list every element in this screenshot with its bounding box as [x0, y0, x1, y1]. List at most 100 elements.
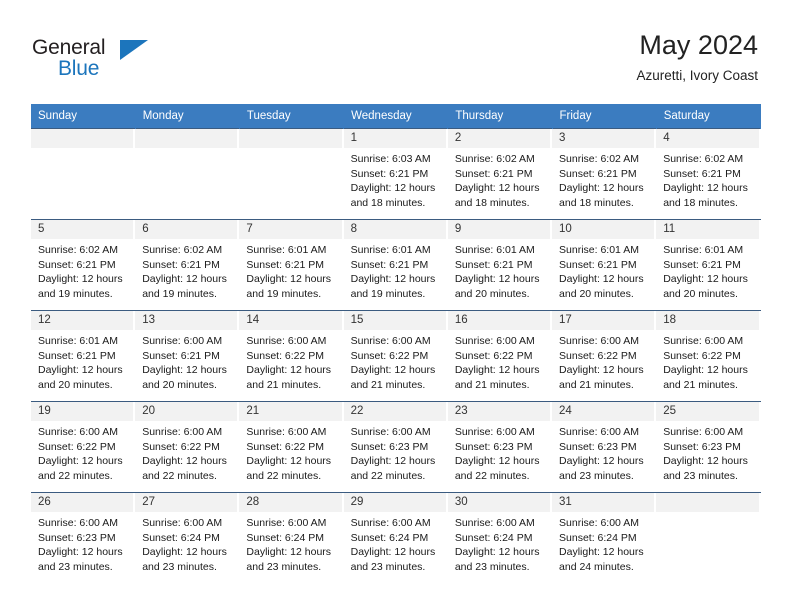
day-number: 24: [552, 402, 657, 421]
daylight-text: Daylight: 12 hours and 23 minutes.: [350, 546, 436, 573]
calendar-day-cell[interactable]: 29 Sunrise: 6:00 AM Sunset: 6:24 PM Dayligh…: [343, 492, 448, 583]
calendar-day-cell-empty: [239, 128, 344, 220]
day-number: [135, 129, 240, 148]
day-details: Sunrise: 6:00 AM Sunset: 6:21 PM Daylight:…: [135, 330, 239, 392]
daylight-text: Daylight: 12 hours and 22 minutes.: [142, 455, 227, 482]
daylight-text: Daylight: 12 hours and 18 minutes.: [663, 182, 748, 209]
calendar-body: 1 Sunrise: 6:03 AM Sunset: 6:21 PM Daylight…: [31, 128, 761, 583]
sunrise-text: Sunrise: 6:00 AM: [663, 335, 744, 347]
sunrise-text: Sunrise: 6:01 AM: [663, 244, 744, 256]
day-number: 3: [552, 129, 657, 148]
day-number: 30: [447, 493, 553, 512]
calendar-day-cell[interactable]: 4 Sunrise: 6:02 AM Sunset: 6:21 PM Daylight…: [656, 128, 761, 220]
calendar-day-cell[interactable]: 23 Sunrise: 6:00 AM Sunset: 6:23 PM Dayligh…: [447, 401, 553, 493]
calendar-day-cell[interactable]: 18 Sunrise: 6:00 AM Sunset: 6:22 PM Dayligh…: [656, 310, 761, 402]
calendar-day-cell[interactable]: 22 Sunrise: 6:00 AM Sunset: 6:23 PM Dayligh…: [343, 401, 448, 493]
calendar-day-cell[interactable]: 7 Sunrise: 6:01 AM Sunset: 6:21 PM Daylight…: [239, 219, 344, 311]
sunrise-text: Sunrise: 6:01 AM: [350, 244, 431, 256]
day-details: Sunrise: 6:00 AM Sunset: 6:22 PM Daylight:…: [135, 421, 239, 483]
sunrise-text: Sunrise: 6:00 AM: [454, 426, 535, 438]
daylight-text: Daylight: 12 hours and 20 minutes.: [663, 273, 748, 300]
calendar-day-cell[interactable]: 24 Sunrise: 6:00 AM Sunset: 6:23 PM Dayligh…: [552, 401, 657, 493]
calendar-day-cell[interactable]: 21 Sunrise: 6:00 AM Sunset: 6:22 PM Dayligh…: [239, 401, 344, 493]
day-number: 10: [552, 220, 657, 239]
calendar-week-row: 5 Sunrise: 6:02 AM Sunset: 6:21 PM Daylight…: [31, 219, 761, 311]
daylight-text: Daylight: 12 hours and 20 minutes.: [454, 273, 540, 300]
day-details: Sunrise: 6:02 AM Sunset: 6:21 PM Daylight:…: [552, 148, 656, 210]
day-details: Sunrise: 6:00 AM Sunset: 6:24 PM Daylight:…: [552, 512, 656, 574]
calendar-day-cell[interactable]: 12 Sunrise: 6:01 AM Sunset: 6:21 PM Dayligh…: [31, 310, 136, 402]
calendar-day-cell[interactable]: 30 Sunrise: 6:00 AM Sunset: 6:24 PM Dayligh…: [447, 492, 553, 583]
sunrise-text: Sunrise: 6:00 AM: [559, 517, 639, 529]
sunset-text: Sunset: 6:21 PM: [38, 349, 116, 362]
page-header: General Blue May 2024 Azuretti, Ivory Co…: [32, 28, 758, 94]
calendar-day-cell[interactable]: 31 Sunrise: 6:00 AM Sunset: 6:24 PM Dayligh…: [552, 492, 657, 583]
day-number: 5: [31, 220, 136, 239]
day-number: 7: [239, 220, 344, 239]
daylight-text: Daylight: 12 hours and 23 minutes.: [246, 546, 332, 573]
sunrise-text: Sunrise: 6:02 AM: [663, 153, 744, 165]
calendar-day-cell-empty: [135, 128, 240, 220]
sunrise-text: Sunrise: 6:00 AM: [246, 426, 327, 438]
calendar-day-cell[interactable]: 1 Sunrise: 6:03 AM Sunset: 6:21 PM Daylight…: [343, 128, 448, 220]
calendar-day-cell[interactable]: 26 Sunrise: 6:00 AM Sunset: 6:23 PM Dayligh…: [31, 492, 136, 583]
day-number: 16: [447, 311, 553, 330]
day-number: 22: [343, 402, 448, 421]
day-number: [31, 129, 136, 148]
sunset-text: Sunset: 6:24 PM: [246, 531, 325, 544]
daylight-text: Daylight: 12 hours and 24 minutes.: [559, 546, 644, 573]
calendar-day-cell[interactable]: 19 Sunrise: 6:00 AM Sunset: 6:22 PM Dayligh…: [31, 401, 136, 493]
sunrise-text: Sunrise: 6:02 AM: [559, 153, 639, 165]
calendar-day-cell[interactable]: 9 Sunrise: 6:01 AM Sunset: 6:21 PM Daylight…: [447, 219, 553, 311]
sunset-text: Sunset: 6:23 PM: [663, 440, 741, 453]
calendar-day-cell[interactable]: 2 Sunrise: 6:02 AM Sunset: 6:21 PM Daylight…: [447, 128, 553, 220]
sunset-text: Sunset: 6:21 PM: [350, 258, 429, 271]
weekday-header-monday: Monday: [135, 104, 240, 129]
daylight-text: Daylight: 12 hours and 22 minutes.: [350, 455, 436, 482]
calendar-day-cell[interactable]: 16 Sunrise: 6:00 AM Sunset: 6:22 PM Dayligh…: [447, 310, 553, 402]
calendar-day-cell[interactable]: 15 Sunrise: 6:00 AM Sunset: 6:22 PM Dayligh…: [343, 310, 448, 402]
day-number: 20: [135, 402, 240, 421]
calendar-day-cell[interactable]: 27 Sunrise: 6:00 AM Sunset: 6:24 PM Dayligh…: [135, 492, 240, 583]
day-number: 27: [135, 493, 240, 512]
sunrise-text: Sunrise: 6:01 AM: [559, 244, 639, 256]
calendar-day-cell[interactable]: 20 Sunrise: 6:00 AM Sunset: 6:22 PM Dayligh…: [135, 401, 240, 493]
sunrise-text: Sunrise: 6:01 AM: [454, 244, 535, 256]
day-details: Sunrise: 6:03 AM Sunset: 6:21 PM Daylight:…: [344, 148, 448, 210]
sunset-text: Sunset: 6:21 PM: [142, 349, 220, 362]
day-details: Sunrise: 6:00 AM Sunset: 6:22 PM Daylight:…: [31, 421, 135, 483]
sunset-text: Sunset: 6:22 PM: [246, 440, 325, 453]
daylight-text: Daylight: 12 hours and 22 minutes.: [38, 455, 123, 482]
sunset-text: Sunset: 6:24 PM: [454, 531, 533, 544]
sunrise-text: Sunrise: 6:01 AM: [246, 244, 327, 256]
day-details: Sunrise: 6:00 AM Sunset: 6:22 PM Daylight:…: [344, 330, 448, 392]
calendar-day-cell[interactable]: 10 Sunrise: 6:01 AM Sunset: 6:21 PM Dayligh…: [552, 219, 657, 311]
day-details: Sunrise: 6:00 AM Sunset: 6:22 PM Daylight:…: [448, 330, 552, 392]
daylight-text: Daylight: 12 hours and 23 minutes.: [454, 546, 540, 573]
calendar-day-cell[interactable]: 11 Sunrise: 6:01 AM Sunset: 6:21 PM Dayligh…: [656, 219, 761, 311]
daylight-text: Daylight: 12 hours and 21 minutes.: [559, 364, 644, 391]
page-title: May 2024: [639, 30, 758, 60]
calendar-day-cell[interactable]: 14 Sunrise: 6:00 AM Sunset: 6:22 PM Dayligh…: [239, 310, 344, 402]
sunset-text: Sunset: 6:22 PM: [454, 349, 533, 362]
calendar-day-cell[interactable]: 8 Sunrise: 6:01 AM Sunset: 6:21 PM Daylight…: [343, 219, 448, 311]
calendar-day-cell[interactable]: 25 Sunrise: 6:00 AM Sunset: 6:23 PM Dayligh…: [656, 401, 761, 493]
daylight-text: Daylight: 12 hours and 21 minutes.: [663, 364, 748, 391]
sunset-text: Sunset: 6:22 PM: [142, 440, 220, 453]
daylight-text: Daylight: 12 hours and 18 minutes.: [454, 182, 540, 209]
daylight-text: Daylight: 12 hours and 19 minutes.: [350, 273, 436, 300]
sunset-text: Sunset: 6:24 PM: [142, 531, 220, 544]
calendar-day-cell[interactable]: 5 Sunrise: 6:02 AM Sunset: 6:21 PM Daylight…: [31, 219, 136, 311]
sunset-text: Sunset: 6:21 PM: [454, 167, 533, 180]
day-number: 19: [31, 402, 136, 421]
calendar-day-cell[interactable]: 13 Sunrise: 6:00 AM Sunset: 6:21 PM Dayligh…: [135, 310, 240, 402]
daylight-text: Daylight: 12 hours and 21 minutes.: [246, 364, 332, 391]
sunset-text: Sunset: 6:21 PM: [663, 167, 741, 180]
calendar-day-cell[interactable]: 28 Sunrise: 6:00 AM Sunset: 6:24 PM Dayligh…: [239, 492, 344, 583]
daylight-text: Daylight: 12 hours and 18 minutes.: [559, 182, 644, 209]
day-details: Sunrise: 6:02 AM Sunset: 6:21 PM Daylight:…: [135, 239, 239, 301]
calendar-day-cell[interactable]: 17 Sunrise: 6:00 AM Sunset: 6:22 PM Dayligh…: [552, 310, 657, 402]
calendar-day-cell[interactable]: 6 Sunrise: 6:02 AM Sunset: 6:21 PM Daylight…: [135, 219, 240, 311]
day-details: Sunrise: 6:00 AM Sunset: 6:22 PM Daylight:…: [239, 330, 343, 392]
calendar-day-cell[interactable]: 3 Sunrise: 6:02 AM Sunset: 6:21 PM Daylight…: [552, 128, 657, 220]
